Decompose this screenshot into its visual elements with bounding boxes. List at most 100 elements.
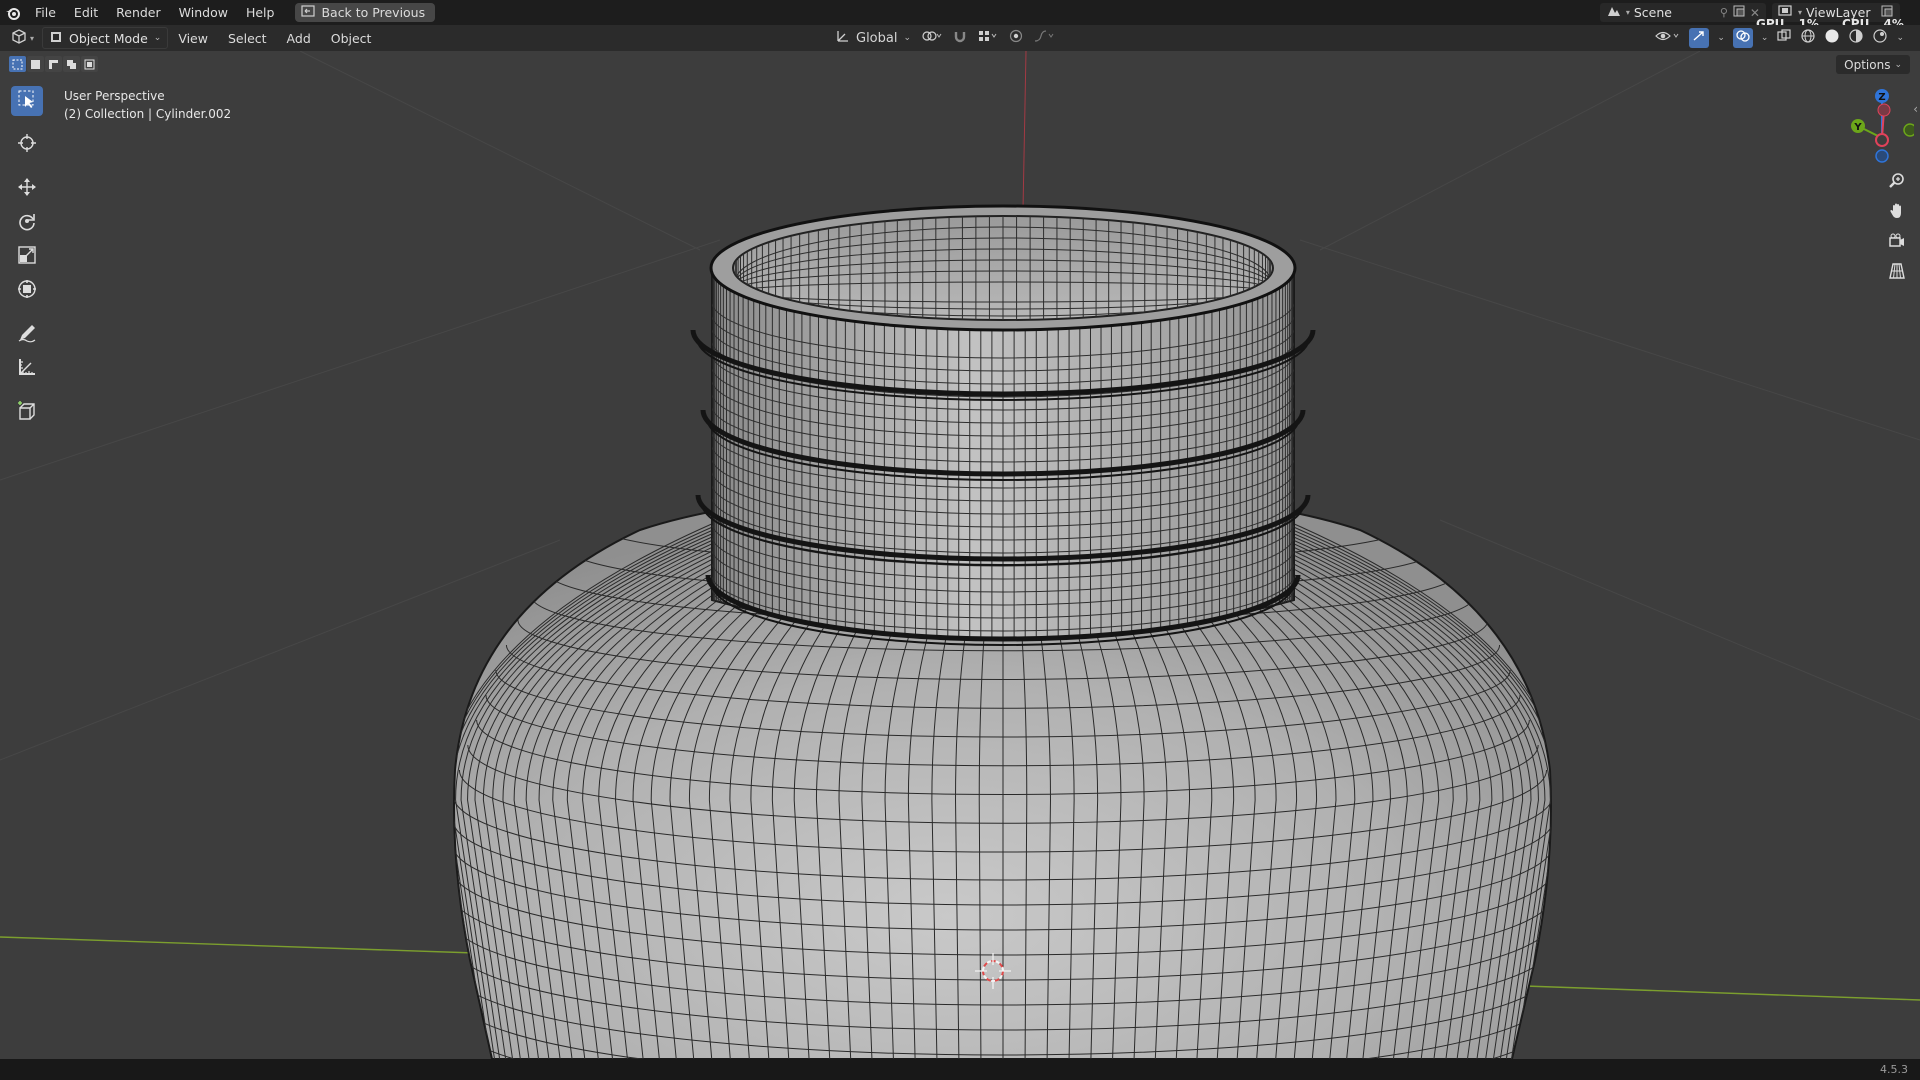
- chevron-down-icon: ⌄: [1894, 59, 1902, 70]
- orientation-axes-icon: [836, 29, 850, 47]
- z-axis-line: [1022, 51, 1027, 211]
- viewport-nav-buttons: [1883, 170, 1911, 286]
- back-to-previous-label: Back to Previous: [321, 5, 426, 20]
- collection-info: (2) Collection | Cylinder.002: [64, 107, 232, 121]
- menu-select[interactable]: Select: [218, 31, 277, 46]
- menu-view[interactable]: View: [168, 31, 218, 46]
- pivot-point-icon[interactable]: [921, 29, 943, 47]
- select-intersect-mode-icon[interactable]: [81, 56, 98, 72]
- z-axis-label: Z: [1878, 92, 1885, 103]
- select-new-mode-icon[interactable]: [9, 56, 26, 72]
- menu-file[interactable]: File: [26, 0, 65, 25]
- sidebar-toggle-icon[interactable]: ‹: [1913, 102, 1918, 116]
- ruler-icon: [17, 357, 37, 381]
- measure-tool[interactable]: [11, 354, 43, 384]
- solid-shading-icon[interactable]: [1824, 28, 1840, 48]
- select-difference-mode-icon[interactable]: [63, 56, 80, 72]
- x-axis-handle[interactable]: [1875, 133, 1889, 147]
- chevron-down-icon[interactable]: ⌄: [1896, 33, 1904, 43]
- annotate-tool[interactable]: [11, 320, 43, 350]
- transform-tools: Global ⌄: [836, 25, 1055, 51]
- top-bar: File Edit Render Window Help Back to Pre…: [0, 0, 1920, 31]
- editor-type-selector[interactable]: ▾: [10, 28, 34, 48]
- back-to-previous-button[interactable]: Back to Previous: [295, 3, 436, 22]
- move-tool[interactable]: [11, 174, 43, 204]
- cursor-icon: [17, 133, 37, 157]
- chevron-down-icon: ▾: [30, 33, 35, 43]
- menu-add[interactable]: Add: [277, 31, 321, 46]
- select-box-icon: [17, 89, 37, 113]
- viewport-scene[interactable]: [0, 51, 1920, 1059]
- menu-object[interactable]: Object: [321, 31, 382, 46]
- camera-view-button[interactable]: [1883, 230, 1911, 256]
- overlays-icon[interactable]: [1732, 28, 1753, 48]
- new-scene-icon[interactable]: [1732, 4, 1746, 22]
- rendered-shading-icon[interactable]: [1872, 28, 1888, 48]
- transform-icon: [17, 279, 37, 303]
- chevron-down-icon[interactable]: ⌄: [1717, 33, 1725, 43]
- select-extend-mode-icon[interactable]: [27, 56, 44, 72]
- chevron-down-icon: ⌄: [153, 33, 162, 43]
- blender-logo-icon[interactable]: [0, 0, 26, 25]
- chevron-down-icon: ⌄: [903, 33, 912, 43]
- fullscreen-back-icon: [301, 3, 316, 22]
- selection-mode-group: [9, 56, 98, 72]
- pin-icon[interactable]: ⚲: [1720, 6, 1728, 19]
- falloff-curve-icon[interactable]: [1033, 29, 1055, 47]
- chevron-down-icon: ▾: [1797, 8, 1802, 17]
- zoom-magnifier-icon: [1888, 172, 1906, 194]
- orientation-dropdown[interactable]: Global ⌄: [836, 29, 911, 47]
- move-arrows-icon: [17, 177, 37, 201]
- neg-z-axis-handle[interactable]: [1875, 149, 1889, 163]
- visibility-eye-icon[interactable]: [1655, 29, 1681, 47]
- navigation-gizmo[interactable]: Z Y: [1844, 86, 1917, 166]
- rotate-tool[interactable]: [11, 208, 43, 238]
- status-bar: 4.5.3: [0, 1059, 1920, 1080]
- xray-toggle-icon[interactable]: [1776, 29, 1792, 47]
- x-axis-line-right: [1524, 985, 1920, 1001]
- camera-icon: [1888, 232, 1906, 254]
- menu-render[interactable]: Render: [107, 0, 170, 25]
- select-subtract-mode-icon[interactable]: [45, 56, 62, 72]
- menu-edit[interactable]: Edit: [65, 0, 107, 25]
- scale-icon: [17, 245, 37, 269]
- options-dropdown[interactable]: Options ⌄: [1836, 55, 1910, 74]
- viewport-header: ▾ Object Mode ⌄ View Select Add Object G…: [0, 25, 1920, 51]
- snap-magnet-icon[interactable]: [953, 29, 967, 47]
- scale-tool[interactable]: [11, 242, 43, 272]
- viewport-display-tools: ⌄ ⌄ ⌄: [1655, 25, 1904, 51]
- cursor-tool[interactable]: [11, 130, 43, 160]
- snap-increment-icon[interactable]: [977, 29, 999, 47]
- zoom-button[interactable]: [1883, 170, 1911, 196]
- chevron-down-icon: ▾: [1625, 8, 1630, 17]
- scene-selector[interactable]: ▾ Scene ⚲ ✕: [1599, 3, 1766, 22]
- select-box-tool[interactable]: [11, 86, 43, 116]
- add-cube-icon: [16, 400, 38, 426]
- 3d-viewport-icon: [10, 28, 28, 48]
- x-axis-line: [0, 936, 476, 954]
- scene-icon: [1606, 4, 1622, 22]
- chevron-down-icon[interactable]: ⌄: [1761, 33, 1769, 43]
- perspective-toggle-button[interactable]: [1883, 260, 1911, 286]
- menu-window[interactable]: Window: [170, 0, 237, 25]
- hand-icon: [1888, 202, 1906, 224]
- options-label: Options: [1844, 57, 1891, 72]
- neg-y-axis-handle[interactable]: [1903, 123, 1917, 137]
- neg-x-axis-handle[interactable]: [1877, 103, 1891, 117]
- transform-tool[interactable]: [11, 276, 43, 306]
- wireframe-shading-icon[interactable]: [1800, 28, 1816, 48]
- pan-button[interactable]: [1883, 200, 1911, 226]
- 3d-viewport[interactable]: [0, 51, 1920, 1059]
- grid-perspective-icon: [1888, 262, 1906, 284]
- object-mode-dropdown[interactable]: Object Mode ⌄: [42, 27, 169, 49]
- material-shading-icon[interactable]: [1848, 28, 1864, 48]
- menu-help[interactable]: Help: [237, 0, 284, 25]
- gizmo-toggle-icon[interactable]: [1689, 28, 1710, 48]
- tool-shelf: [8, 86, 46, 428]
- view-name: User Perspective: [64, 89, 165, 103]
- add-cube-tool[interactable]: [11, 398, 43, 428]
- rotate-icon: [17, 211, 37, 235]
- pencil-icon: [17, 323, 37, 347]
- scene-name-field[interactable]: Scene: [1634, 5, 1716, 20]
- proportional-editing-icon[interactable]: [1009, 29, 1023, 47]
